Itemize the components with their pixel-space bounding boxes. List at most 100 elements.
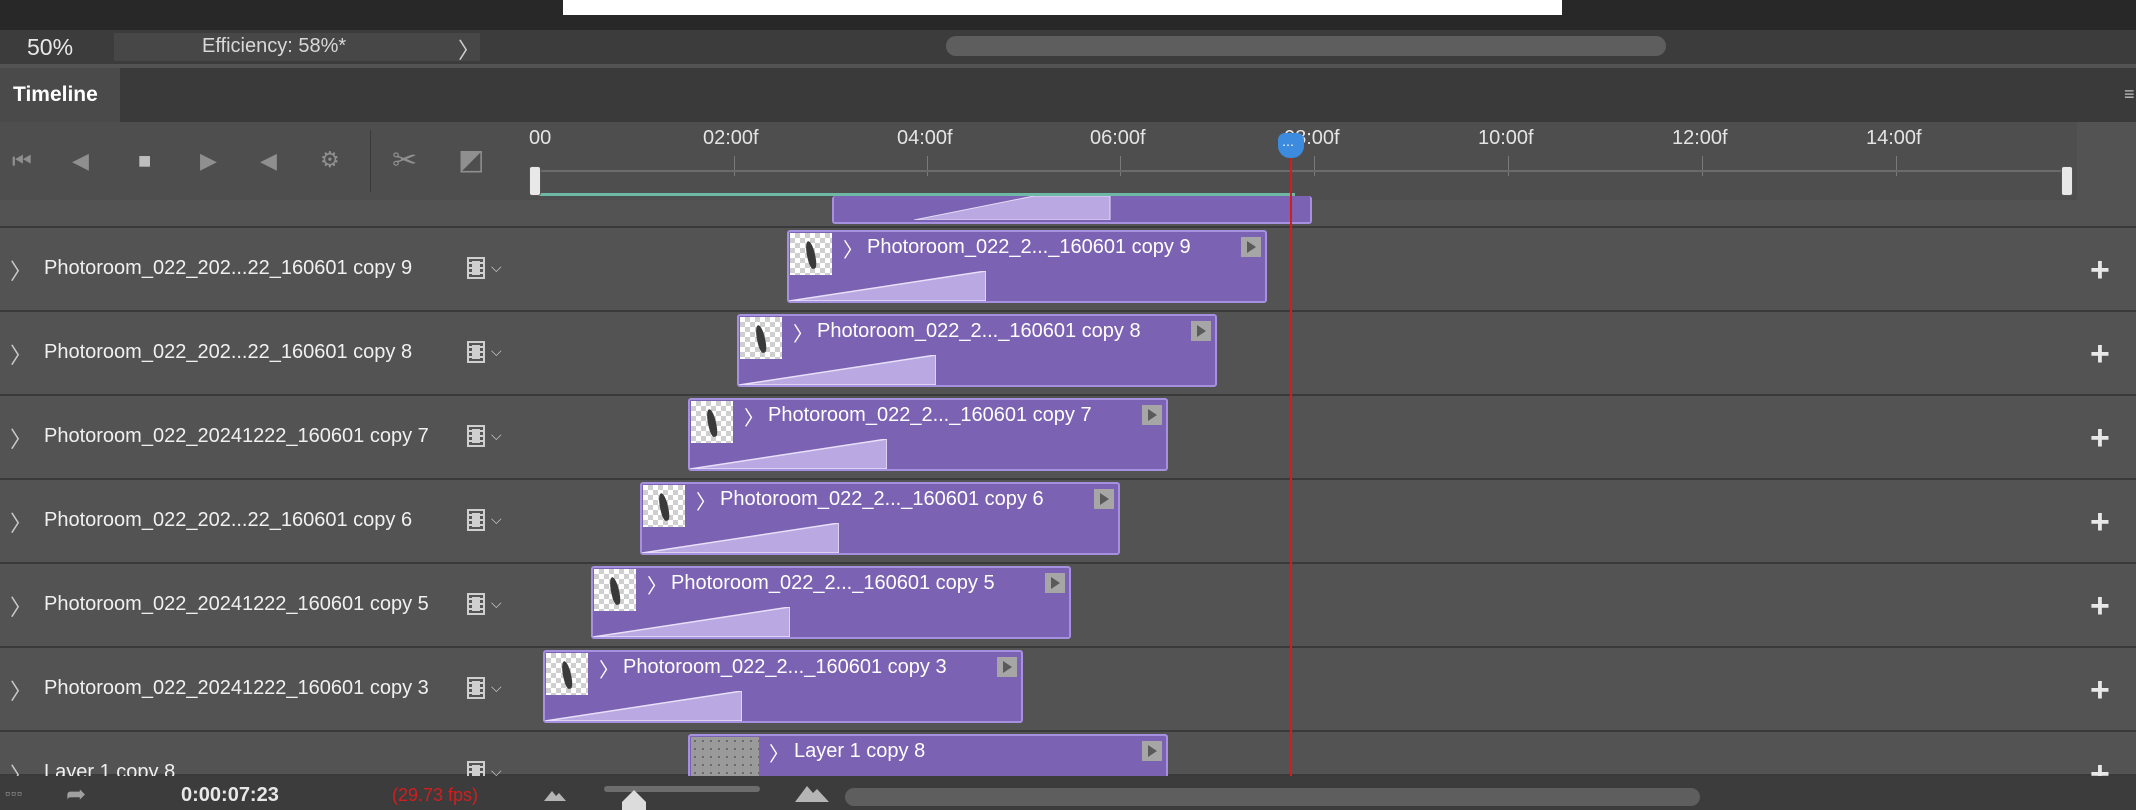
clip-properties-icon[interactable] — [1142, 405, 1162, 425]
clip-name: Photoroom_022_2..._160601 copy 6 — [720, 488, 1044, 510]
previous-frame-icon[interactable]: ◀ — [72, 150, 89, 172]
clip-expand-chevron-icon[interactable]: 〉 — [769, 738, 789, 767]
clip-name: Photoroom_022_2..._160601 copy 8 — [817, 320, 1141, 342]
work-area-start-handle[interactable] — [529, 166, 541, 196]
ruler-tick-label: 04:00f — [897, 127, 953, 149]
film-strip-icon[interactable] — [465, 509, 487, 531]
expand-chevron-icon[interactable]: 〉 — [10, 506, 32, 538]
go-to-first-frame-icon[interactable]: ⏮ — [12, 150, 32, 172]
clip-properties-icon[interactable] — [1191, 321, 1211, 341]
clip-thumbnail — [691, 401, 733, 443]
timeline-clip[interactable]: 〉 Photoroom_022_2..._160601 copy 9 — [787, 230, 1267, 303]
film-strip-icon[interactable] — [465, 677, 487, 699]
expand-chevron-icon[interactable]: 〉 — [10, 590, 32, 622]
clip-name: Photoroom_022_2..._160601 copy 5 — [671, 572, 995, 594]
expand-chevron-icon[interactable]: 〉 — [10, 674, 32, 706]
feather-thumbnail-icon — [804, 240, 818, 270]
clip-name: Photoroom_022_2..._160601 copy 9 — [867, 236, 1191, 258]
expand-chevron-icon[interactable]: 〉 — [10, 254, 32, 286]
clip-properties-icon[interactable] — [1142, 741, 1162, 761]
clip-properties-icon[interactable] — [1045, 573, 1065, 593]
clip-name: Photoroom_022_2..._160601 copy 3 — [623, 656, 947, 678]
film-strip-icon[interactable] — [465, 593, 487, 615]
timeline-clip[interactable]: 〉 Photoroom_022_2..._160601 copy 8 — [737, 314, 1217, 387]
divider — [370, 130, 371, 192]
add-media-button[interactable]: + — [2090, 253, 2110, 287]
timeline-clip[interactable] — [832, 196, 1312, 224]
ruler-tick-label: 06:00f — [1090, 127, 1146, 149]
ruler-baseline — [535, 170, 2067, 172]
efficiency-label: Efficiency: 58%* — [202, 35, 347, 57]
add-media-button[interactable]: + — [2090, 421, 2110, 455]
zoom-out-icon[interactable] — [544, 787, 566, 801]
clip-expand-chevron-icon[interactable]: 〉 — [599, 654, 619, 683]
clip-thumbnail — [790, 233, 832, 275]
clip-thumbnail — [740, 317, 782, 359]
zoom-level[interactable]: 50% — [27, 34, 73, 61]
track-name: Photoroom_022_20241222_160601 copy 3 — [44, 677, 429, 699]
chevron-down-icon[interactable]: ⌵ — [491, 511, 502, 528]
timeline-clip[interactable]: 〉 Layer 1 copy 8 — [688, 734, 1168, 779]
clip-properties-icon[interactable] — [997, 657, 1017, 677]
ruler-tick — [1314, 156, 1315, 176]
stop-icon[interactable]: ■ — [138, 150, 151, 172]
feather-thumbnail-icon — [754, 324, 768, 354]
opacity-ramp — [789, 271, 986, 301]
chevron-down-icon[interactable]: ⌵ — [491, 427, 502, 444]
zoom-slider-thumb[interactable] — [622, 790, 646, 810]
gear-icon[interactable]: ⚙ — [320, 149, 340, 171]
chevron-down-icon[interactable]: ⌵ — [491, 343, 502, 360]
ruler-tick-label: 00 — [529, 127, 552, 149]
zoom-in-icon[interactable] — [795, 782, 829, 802]
add-media-button[interactable]: + — [2090, 337, 2110, 371]
timeline-clip[interactable]: 〉 Photoroom_022_2..._160601 copy 7 — [688, 398, 1168, 471]
clip-thumbnail — [691, 737, 759, 779]
ruler-tick-label: 02:00f — [703, 127, 759, 149]
opacity-ramp — [690, 439, 887, 469]
frame-animation-toggle-icon[interactable]: ▫▫▫ — [5, 785, 23, 801]
chevron-down-icon[interactable]: ⌵ — [491, 595, 502, 612]
work-area-end-handle[interactable] — [2061, 166, 2073, 196]
timeline-clip[interactable]: 〉 Photoroom_022_2..._160601 copy 3 — [543, 650, 1023, 723]
clip-name: Photoroom_022_2..._160601 copy 7 — [768, 404, 1092, 426]
film-strip-icon[interactable] — [465, 257, 487, 279]
convert-icon[interactable]: ➦ — [66, 780, 86, 809]
panel-menu-icon[interactable]: ≡ — [2124, 84, 2135, 105]
transition-icon[interactable]: ◩ — [458, 146, 484, 174]
canvas-horizontal-scrollbar[interactable] — [946, 36, 1666, 56]
clip-expand-chevron-icon[interactable]: 〉 — [793, 318, 813, 347]
next-frame-icon[interactable]: ▶ — [200, 150, 217, 172]
panel-title: Timeline — [13, 83, 98, 106]
add-media-button[interactable]: + — [2090, 673, 2110, 707]
clip-properties-icon[interactable] — [1094, 489, 1114, 509]
chevron-down-icon[interactable]: ⌵ — [491, 259, 502, 276]
clip-expand-chevron-icon[interactable]: 〉 — [843, 234, 863, 263]
chevron-right-icon[interactable]: 〉 — [458, 33, 480, 65]
feather-thumbnail-icon — [705, 408, 719, 438]
timeline-clip[interactable]: 〉 Photoroom_022_2..._160601 copy 6 — [640, 482, 1120, 555]
clip-properties-icon[interactable] — [1241, 237, 1261, 257]
add-media-button[interactable]: + — [2090, 505, 2110, 539]
expand-chevron-icon[interactable]: 〉 — [10, 338, 32, 370]
clip-expand-chevron-icon[interactable]: 〉 — [647, 570, 667, 599]
timeline-clip[interactable]: 〉 Photoroom_022_2..._160601 copy 5 — [591, 566, 1071, 639]
ruler-tick — [734, 156, 735, 176]
film-strip-icon[interactable] — [465, 341, 487, 363]
opacity-ramp — [545, 691, 742, 721]
expand-chevron-icon[interactable]: 〉 — [10, 422, 32, 454]
current-timecode: 0:00:07:23 — [181, 784, 279, 806]
opacity-ramp — [914, 196, 1111, 220]
clip-expand-chevron-icon[interactable]: 〉 — [696, 486, 716, 515]
audio-icon[interactable]: ◀ — [260, 150, 277, 172]
opacity-ramp — [642, 523, 839, 553]
film-strip-icon[interactable] — [465, 425, 487, 447]
ruler-tick — [1508, 156, 1509, 176]
chevron-down-icon[interactable]: ⌵ — [491, 679, 502, 696]
timeline-horizontal-scrollbar[interactable] — [845, 788, 1700, 806]
add-media-button[interactable]: + — [2090, 589, 2110, 623]
ruler-tick-label: 10:00f — [1478, 127, 1534, 149]
scissors-icon[interactable]: ✂ — [392, 146, 417, 176]
clip-expand-chevron-icon[interactable]: 〉 — [744, 402, 764, 431]
playhead-grip-icon: ⋯ — [1282, 138, 1295, 152]
track-name: Photoroom_022_202...22_160601 copy 6 — [44, 509, 413, 531]
